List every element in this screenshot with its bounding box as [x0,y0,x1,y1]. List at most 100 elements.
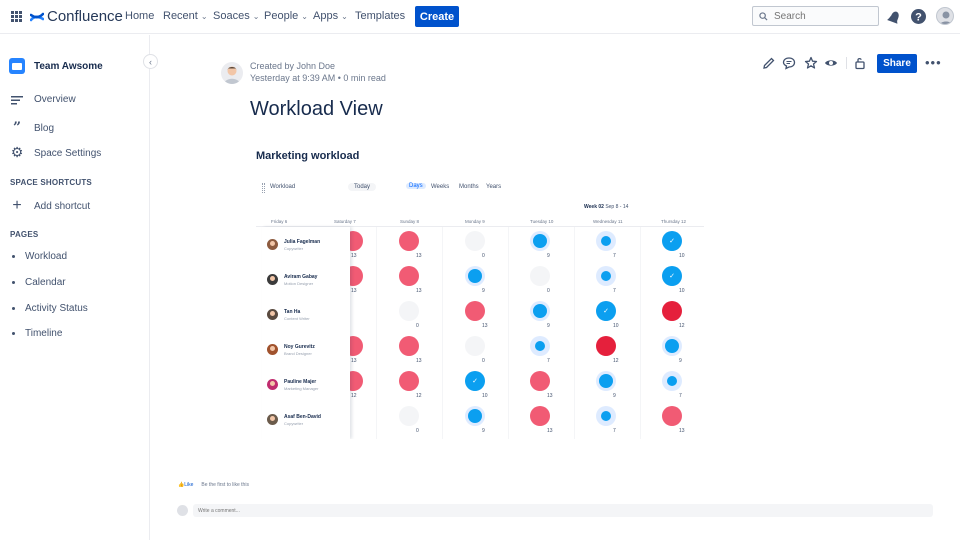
nav-spaces[interactable]: Soaces ⌄ [213,10,259,22]
workload-bubble[interactable] [601,271,611,281]
task-count: 13 [547,393,553,399]
workload-bubble[interactable] [662,301,682,321]
workload-bubble[interactable]: ✓ [662,231,682,251]
star-icon[interactable] [804,56,818,70]
more-actions-icon[interactable]: ••• [925,55,942,70]
workload-bubble[interactable] [533,234,547,248]
person-row[interactable]: Asaf Ben-David Copywriter [262,402,350,437]
person-row[interactable]: Julia Fagelman Copywriter [262,227,350,262]
search-icon [759,11,768,21]
watch-eye-icon[interactable] [824,56,838,70]
workload-bubble[interactable] [465,336,485,356]
workload-bubble[interactable] [399,231,419,251]
comment-input[interactable] [193,504,933,517]
workload-bubble[interactable] [399,406,419,426]
like-button[interactable]: 👍Like [178,482,193,488]
app-switcher-icon[interactable] [11,11,22,22]
workload-bubble[interactable] [399,301,419,321]
sidebar-item-overview[interactable]: Overview [9,94,76,105]
day-header: Saturday 7 [334,219,356,224]
person-row[interactable]: Aviram Gabay Motion Designer [262,262,350,297]
workload-bubble[interactable]: ✓ [662,266,682,286]
space-header[interactable]: Team Awsome [9,58,103,74]
range-tab-days[interactable]: Days [406,183,426,189]
workload-bubble[interactable] [665,339,679,353]
top-navigation-bar: Confluence Home Recent ⌄ Soaces ⌄ People ⌄ … [0,0,960,34]
workload-bubble[interactable] [530,406,550,426]
add-shortcut-button[interactable]: + Add shortcut [9,197,90,215]
user-avatar-icon [224,66,240,84]
workload-bubble[interactable] [399,371,419,391]
day-header-row: Friday 6 Saturday 7 Sunday 8 Monday 9 Tu… [256,215,704,227]
check-icon: ✓ [669,273,675,280]
workload-bubble[interactable] [601,236,611,246]
workload-bubble[interactable] [399,266,419,286]
sidebar-item-blog[interactable]: ” Blog [9,120,54,136]
search-box[interactable] [752,6,879,26]
workload-bubble[interactable] [601,411,611,421]
person-row[interactable]: Tan Ha Content Writer [262,297,350,332]
workload-bubble[interactable] [530,266,550,286]
task-count: 10 [482,393,488,399]
create-button[interactable]: Create [415,6,459,27]
workload-bubble[interactable] [468,269,482,283]
task-count: 7 [613,428,616,434]
nav-templates[interactable]: Templates [355,10,405,22]
workload-bubble[interactable] [596,336,616,356]
day-header: Thursday 12 [661,219,687,224]
page-link-timeline[interactable]: Timeline [12,328,62,339]
comment-icon[interactable] [782,56,796,70]
page-link-workload[interactable]: Workload [12,251,67,262]
range-tab-years[interactable]: Years [486,184,501,190]
confluence-logo[interactable]: Confluence [30,8,123,25]
person-name: Tan Ha [284,308,301,315]
today-button[interactable]: Today [348,183,377,191]
sidebar-item-space-settings[interactable]: ⚙ Space Settings [9,145,102,161]
workload-bubble[interactable]: ✓ [596,301,616,321]
workload-bubble[interactable] [465,301,485,321]
edit-pencil-icon[interactable] [762,56,776,70]
workload-bubble[interactable] [399,336,419,356]
workload-bubble[interactable] [667,376,677,386]
collapse-sidebar-button[interactable]: ‹ [143,54,158,69]
unlock-icon[interactable] [853,56,867,70]
person-row[interactable]: Noy Gurevitz Brand Designer [262,332,350,367]
chevron-left-icon: ‹ [149,56,152,67]
nav-apps[interactable]: Apps ⌄ [313,10,348,22]
profile-avatar[interactable] [936,7,954,25]
workload-bubble[interactable] [468,409,482,423]
task-count: 0 [482,253,485,259]
help-icon[interactable]: ? [910,8,927,25]
person-name: Pauline Majer [284,378,317,385]
task-count: 13 [351,288,357,294]
drag-handle-icon[interactable] [262,183,265,193]
sidebar-item-label: Overview [34,94,76,105]
page-link-activity-status[interactable]: Activity Status [12,303,88,314]
workload-bubble[interactable] [599,374,613,388]
week-label: Week 02 Sep 8 - 14 [584,204,628,210]
nav-people[interactable]: People ⌄ [264,10,308,22]
range-tab-weeks[interactable]: Weeks [431,184,449,190]
check-icon: ✓ [669,238,675,245]
workload-bubble[interactable] [662,406,682,426]
byline-author[interactable]: Created by John Doe [250,61,335,71]
bullet [12,307,15,310]
person-row[interactable]: Pauline Majer Marketing Manager [262,367,350,402]
nav-home[interactable]: Home [125,10,154,22]
workload-bubble[interactable] [533,304,547,318]
nav-recent[interactable]: Recent ⌄ [163,10,208,22]
workload-bubble[interactable] [465,231,485,251]
svg-text:?: ? [915,12,922,24]
workload-bubble[interactable] [530,371,550,391]
page-link-calendar[interactable]: Calendar [12,277,66,288]
workload-bubble[interactable] [535,341,545,351]
task-count: 13 [482,323,488,329]
workload-bubble[interactable]: ✓ [465,371,485,391]
search-input[interactable] [774,10,870,22]
range-tab-months[interactable]: Months [459,184,479,190]
folder-icon [9,58,25,74]
notifications-icon[interactable] [886,9,903,26]
author-avatar[interactable] [221,62,243,84]
share-button[interactable]: Share [877,54,917,73]
task-count: 0 [416,428,419,434]
